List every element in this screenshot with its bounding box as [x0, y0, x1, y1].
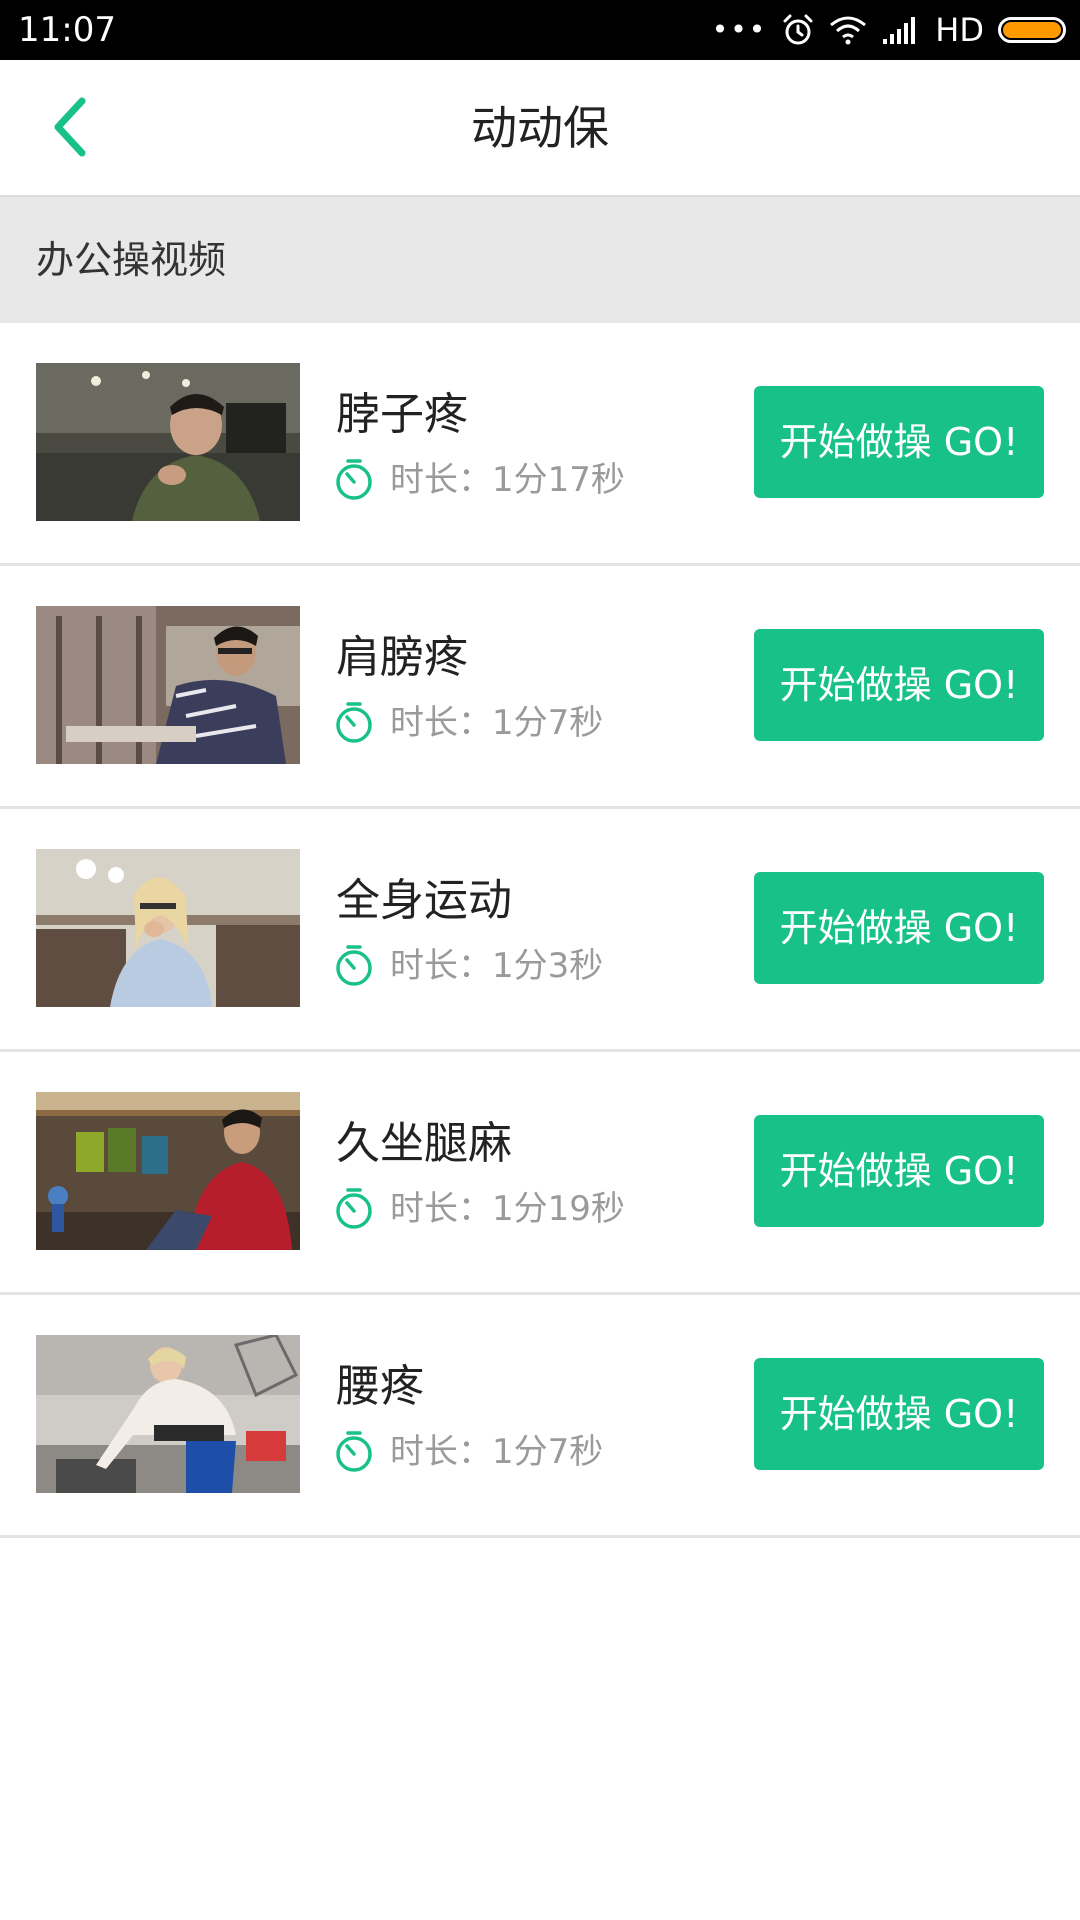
video-thumbnail[interactable]: [36, 1335, 300, 1493]
duration-text: 时长：1分19秒: [390, 1189, 625, 1229]
item-title: 腰疼: [336, 1361, 424, 1412]
battery-icon: [998, 17, 1066, 43]
start-exercise-button[interactable]: 开始做操 GO!: [754, 1358, 1044, 1470]
start-exercise-button[interactable]: 开始做操 GO!: [754, 1115, 1044, 1227]
exercise-list: 脖子疼 时长：1分17秒 开始做操 GO! 肩膀疼 时长：1分7秒 开始做操 G…: [0, 323, 1080, 1538]
video-thumbnail[interactable]: [36, 363, 300, 521]
wifi-icon: [830, 16, 867, 45]
item-title: 脖子疼: [336, 389, 468, 440]
network-label: HD: [935, 11, 984, 49]
duration-text: 时长：1分7秒: [390, 1432, 604, 1472]
video-thumbnail[interactable]: [36, 1092, 300, 1250]
list-item[interactable]: 久坐腿麻 时长：1分19秒 开始做操 GO!: [0, 1052, 1080, 1295]
timer-icon: [336, 1431, 372, 1472]
timer-icon: [336, 1188, 372, 1229]
duration-text: 时长：1分3秒: [390, 946, 604, 986]
section-title: 办公操视频: [36, 238, 227, 282]
start-exercise-button[interactable]: 开始做操 GO!: [754, 872, 1044, 984]
video-thumbnail[interactable]: [36, 849, 300, 1007]
duration: 时长：1分7秒: [334, 1425, 603, 1479]
app-bar: 动动保: [0, 60, 1080, 197]
timer-icon: [336, 702, 372, 743]
status-icons: ••• HD: [712, 8, 1066, 52]
duration-text: 时长：1分17秒: [390, 460, 625, 500]
duration: 时长：1分3秒: [334, 939, 603, 993]
item-title: 全身运动: [336, 875, 512, 926]
signal-icon: [883, 17, 916, 44]
start-exercise-button[interactable]: 开始做操 GO!: [754, 629, 1044, 741]
status-bar: 11:07 ••• HD: [0, 0, 1080, 60]
video-thumbnail[interactable]: [36, 606, 300, 764]
start-exercise-button[interactable]: 开始做操 GO!: [754, 386, 1044, 498]
list-item[interactable]: 全身运动 时长：1分3秒 开始做操 GO!: [0, 809, 1080, 1052]
section-header: 办公操视频: [0, 197, 1080, 323]
duration: 时长：1分17秒: [334, 453, 625, 507]
item-title: 肩膀疼: [336, 632, 468, 683]
battery-fill: [1003, 22, 1061, 38]
more-dots-icon: •••: [711, 13, 768, 46]
item-title: 久坐腿麻: [336, 1118, 512, 1169]
duration-text: 时长：1分7秒: [390, 703, 604, 743]
duration: 时长：1分7秒: [334, 696, 603, 750]
page-title: 动动保: [471, 101, 609, 155]
duration: 时长：1分19秒: [334, 1182, 625, 1236]
status-time: 11:07: [18, 10, 116, 50]
list-item[interactable]: 肩膀疼 时长：1分7秒 开始做操 GO!: [0, 566, 1080, 809]
list-item[interactable]: 脖子疼 时长：1分17秒 开始做操 GO!: [0, 323, 1080, 566]
timer-icon: [336, 459, 372, 500]
alarm-icon: [783, 14, 813, 45]
timer-icon: [336, 945, 372, 986]
list-item[interactable]: 腰疼 时长：1分7秒 开始做操 GO!: [0, 1295, 1080, 1538]
